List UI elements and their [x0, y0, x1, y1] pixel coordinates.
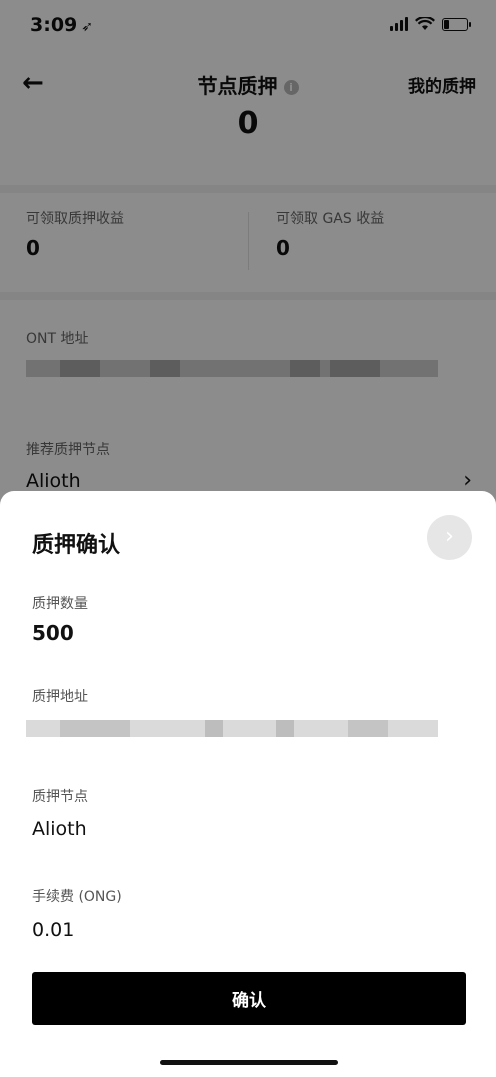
- stake-address-label: 质押地址: [32, 689, 88, 705]
- fee-label: 手续费 (ONG): [32, 889, 122, 905]
- stake-confirm-sheet: 质押确认 › 质押数量 500 质押地址 质押节点 Alioth 手续费 (ON…: [0, 491, 496, 1077]
- confirm-button[interactable]: 确认: [32, 972, 466, 1025]
- stake-node-label: 质押节点: [32, 789, 88, 805]
- next-arrow-icon[interactable]: ›: [427, 515, 472, 560]
- amount-value: 500: [32, 621, 74, 645]
- stake-node-value: Alioth: [32, 818, 87, 840]
- home-indicator: [160, 1060, 338, 1065]
- fee-value: 0.01: [32, 919, 75, 941]
- sheet-title: 质押确认: [32, 533, 121, 558]
- amount-label: 质押数量: [32, 596, 88, 612]
